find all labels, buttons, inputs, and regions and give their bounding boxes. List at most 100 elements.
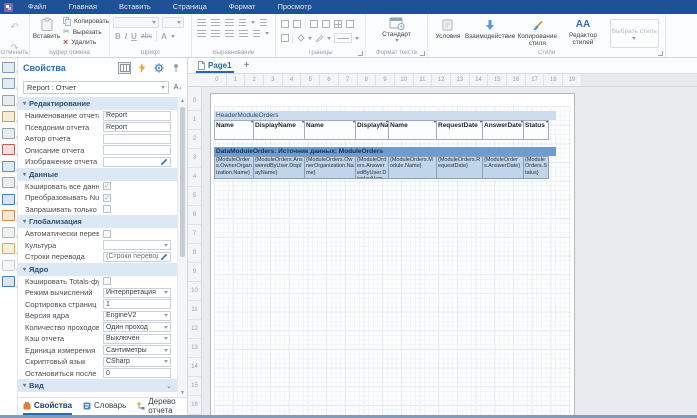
property-control[interactable]: 0	[103, 368, 171, 378]
menu-item-2[interactable]: Вставить	[108, 0, 162, 14]
align-center-icon[interactable]	[211, 30, 220, 37]
paste-button[interactable]: Вставить	[33, 17, 60, 46]
property-control[interactable]: Report	[103, 111, 171, 121]
header-cell[interactable]: DisplayName	[355, 120, 389, 140]
data-cell[interactable]: {ModuleOrders.AnswerDate}	[482, 156, 524, 179]
copy-button[interactable]: Копировать	[63, 17, 109, 26]
gauge-component-icon[interactable]: ›	[2, 177, 16, 189]
menu-item-3[interactable]: Страница	[162, 0, 218, 14]
signature-component-icon[interactable]: ›	[2, 226, 16, 238]
checkbox[interactable]: ✓	[103, 182, 111, 190]
edit-pencil-icon[interactable]	[160, 253, 168, 261]
property-control[interactable]: Один проход	[103, 322, 171, 332]
property-control[interactable]	[103, 276, 171, 286]
border-left-icon[interactable]	[310, 20, 318, 28]
report-page[interactable]: HeaderModuleOrders NameDisplayNameNameDi…	[210, 93, 575, 415]
panel-tab-report-tree[interactable]: Дерево отчета	[137, 398, 182, 415]
properties-scrollbar[interactable]: ▲ ▼	[177, 97, 187, 397]
header-cell[interactable]: AnswerDate	[482, 120, 524, 140]
barcode-component-icon[interactable]: ›	[2, 210, 16, 222]
property-control[interactable]: (Строки перевода)	[103, 252, 171, 262]
section-header[interactable]: ▾Редактирование	[18, 97, 177, 110]
menu-item-5[interactable]: Просмотр	[266, 0, 322, 14]
checkbox[interactable]	[103, 277, 111, 285]
strikethrough-button[interactable]: abc	[141, 33, 152, 40]
border-top-icon[interactable]	[293, 20, 301, 28]
property-control[interactable]: EngineV2	[103, 311, 171, 321]
indent-icon[interactable]	[253, 30, 260, 37]
image-component-icon[interactable]: ›	[2, 243, 16, 255]
border-color-pen-icon[interactable]	[315, 34, 324, 42]
align-left-icon[interactable]	[197, 30, 206, 37]
panel-component-icon[interactable]: ›	[2, 259, 16, 271]
border-bottom-icon[interactable]	[281, 20, 289, 28]
app-logo-icon[interactable]	[4, 3, 13, 12]
header-cell[interactable]: Status	[523, 120, 549, 140]
property-control[interactable]: ✓	[103, 181, 171, 191]
align-justify-icon[interactable]	[239, 30, 248, 37]
text-format-standard-button[interactable]: Стандарт	[369, 17, 424, 42]
cut-button[interactable]: ✂ Вырезать	[63, 28, 109, 36]
align-top-icon[interactable]	[197, 19, 206, 26]
shape-component-icon[interactable]: ›	[2, 144, 16, 156]
data-cell[interactable]: {ModuleOrders.Module.Name}	[388, 156, 437, 179]
menu-item-4[interactable]: Формат	[218, 0, 267, 14]
header-band-bar[interactable]: HeaderModuleOrders	[214, 111, 556, 120]
property-control[interactable]	[103, 157, 171, 167]
map-component-icon[interactable]: ›	[2, 193, 16, 205]
align-right-icon[interactable]	[225, 30, 234, 37]
border-outside-icon[interactable]	[346, 20, 354, 28]
data-cell[interactable]: {ModuleOrders.OwnerOrganization.Name}	[214, 156, 254, 179]
property-control[interactable]: Сантиметры	[103, 345, 171, 355]
property-control[interactable]	[103, 134, 171, 144]
chevron-down-icon[interactable]	[265, 32, 269, 35]
border-all-icon[interactable]	[334, 20, 342, 28]
border-none-icon[interactable]	[281, 34, 289, 42]
menu-item-1[interactable]: Главная	[57, 0, 108, 14]
align-middle-icon[interactable]	[211, 19, 220, 26]
table-component-icon[interactable]: ›	[2, 127, 16, 139]
text-angle-icon[interactable]	[239, 19, 246, 26]
chart-component-icon[interactable]: ›	[2, 160, 16, 172]
object-selector[interactable]: Report : Отчет	[23, 81, 169, 94]
section-header[interactable]: ▾Вид⌄	[18, 379, 177, 392]
copy-style-button[interactable]: Копирование стиля	[515, 17, 559, 48]
add-page-button[interactable]: +	[244, 61, 250, 73]
text-component-icon[interactable]: ›	[2, 111, 16, 123]
fill-color-icon[interactable]	[296, 34, 305, 42]
property-control[interactable]: Выключен	[103, 334, 171, 344]
checkbox[interactable]	[103, 230, 111, 238]
border-right-icon[interactable]	[322, 20, 330, 28]
columns-view-button[interactable]	[118, 62, 131, 74]
band-header-icon[interactable]: ›	[2, 78, 16, 90]
interaction-button[interactable]: Взаимодействие	[465, 17, 515, 48]
chevron-down-icon[interactable]	[327, 37, 331, 40]
checkbox[interactable]: ✓	[103, 194, 111, 202]
align-bottom-icon[interactable]	[225, 19, 234, 26]
panel-tab-properties[interactable]: Свойства	[23, 398, 72, 415]
data-cell[interactable]: {ModuleOrders.Status}	[523, 156, 549, 179]
property-control[interactable]: Report	[103, 122, 171, 132]
conditions-button[interactable]: Условия	[431, 17, 465, 48]
checkbox[interactable]	[103, 205, 111, 213]
design-canvas[interactable]: 012345678910111213141516 HeaderModuleOrd…	[188, 87, 697, 415]
property-control[interactable]	[103, 145, 171, 155]
undo-button[interactable]: ↶	[10, 17, 18, 35]
property-control[interactable]: ✓	[103, 193, 171, 203]
chevron-down-icon[interactable]	[355, 37, 359, 40]
font-color-button[interactable]: A	[161, 32, 167, 41]
data-cell[interactable]: {ModuleOrders.AnsweredByUser.DisplayName…	[253, 156, 305, 179]
dialog-launcher-icon[interactable]	[358, 51, 363, 56]
style-editor-button[interactable]: АA Редактор стилей	[559, 17, 606, 48]
data-cell[interactable]: {ModuleOrders.AnsweredByUser.DisplayName…	[355, 156, 389, 179]
property-control[interactable]	[103, 240, 171, 250]
scroll-up-icon[interactable]: ▲	[180, 97, 185, 105]
chevron-down-icon[interactable]	[251, 21, 255, 24]
cross-band-icon[interactable]: ›	[2, 94, 16, 106]
page-tab[interactable]: Page1	[196, 61, 234, 73]
data-band-bar[interactable]: DataModuleOrders: Источник данных: Modul…	[214, 147, 556, 156]
property-control[interactable]: CSharp	[103, 357, 171, 367]
border-style-select[interactable]	[334, 33, 352, 43]
section-header[interactable]: ▾Глобализация	[18, 215, 177, 228]
chevron-down-icon[interactable]	[171, 35, 175, 38]
